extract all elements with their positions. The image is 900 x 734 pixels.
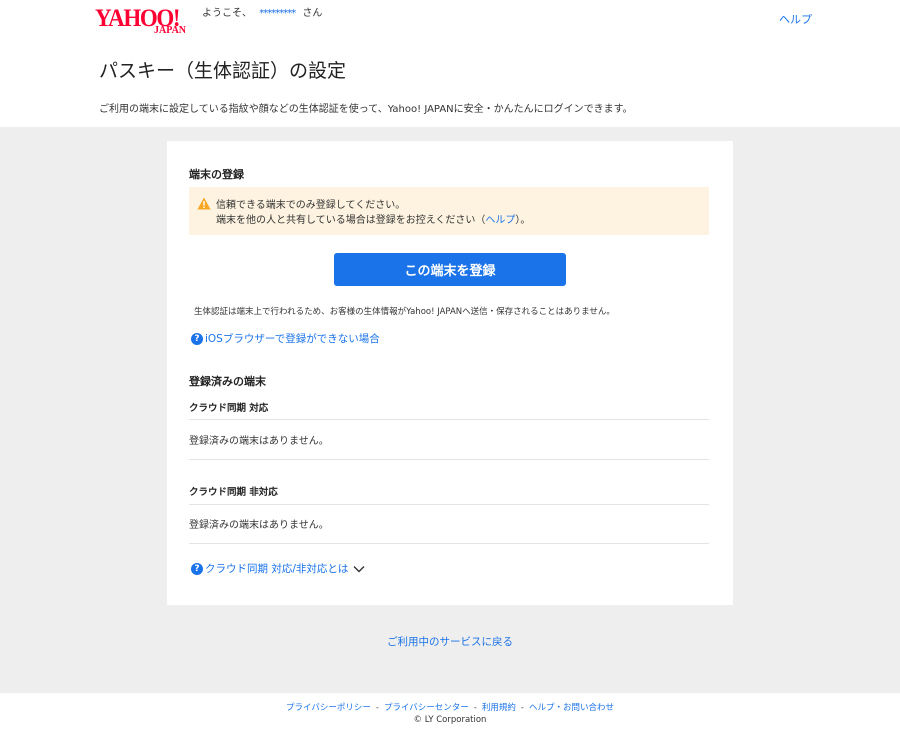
warning-box: 信頼できる端末でのみ登録してください。 端末を他の人と共有している場合は登録をお… [189,187,709,235]
warning-text: 信頼できる端末でのみ登録してください。 端末を他の人と共有している場合は登録をお… [216,198,530,228]
warning-line-2-prefix: 端末を他の人と共有している場合は登録をお控えください（ [216,215,486,226]
chevron-down-icon [353,565,365,572]
logo-sub: JAPAN [154,25,187,36]
divider [189,459,709,460]
registered-heading: 登録済みの端末 [189,375,266,388]
passkey-card: 端末の登録 信頼できる端末でのみ登録してください。 端末を他の人と共有している場… [167,141,733,605]
cloud-sync-about-label: クラウド同期 対応/非対応とは [205,563,349,575]
footer-separator: - [473,703,477,713]
nosync-empty-message: 登録済みの端末はありません。 [189,520,329,531]
warning-icon [197,197,211,210]
footer-separator: - [375,703,379,713]
warning-line-2-suffix: ）。 [515,215,531,226]
welcome-prefix: ようこそ、 [202,8,252,19]
sync-heading: クラウド同期 対応 [189,403,269,414]
footer-link-terms[interactable]: 利用規約 [482,703,516,713]
ios-help-link-label: iOSブラウザーで登録ができない場合 [205,333,380,345]
warning-line-2: 端末を他の人と共有している場合は登録をお控えください（ヘルプ）。 [216,213,530,228]
footer-separator: - [520,703,524,713]
footer-link-help-contact[interactable]: ヘルプ・お問い合わせ [529,703,614,713]
footer-link-privacy-policy[interactable]: プライバシーポリシー [286,703,371,713]
header: YAHOO! JAPAN ようこそ、 ********* さん ヘルプ [0,0,900,38]
ios-help-link[interactable]: ? iOSブラウザーで登録ができない場合 [191,331,380,346]
yahoo-japan-logo[interactable]: YAHOO! JAPAN [95,6,195,36]
register-device-button[interactable]: この端末を登録 [334,253,566,286]
sync-empty-message: 登録済みの端末はありません。 [189,436,329,447]
biometric-note: 生体認証は端末上で行われるため、お客様の生体情報がYahoo! JAPANへ送信… [194,307,615,317]
footer-links: プライバシーポリシー - プライバシーセンター - 利用規約 - ヘルプ・お問い合わせ [0,701,900,713]
divider [189,419,709,420]
help-link[interactable]: ヘルプ [779,11,812,27]
footer-link-privacy-center[interactable]: プライバシーセンター [384,703,469,713]
back-to-service-link[interactable]: ご利用中のサービスに戻る [0,634,900,649]
cloud-sync-about-link[interactable]: ? クラウド同期 対応/非対応とは [191,561,365,576]
divider [189,504,709,505]
nosync-heading: クラウド同期 非対応 [189,487,278,498]
page-description: ご利用の端末に設定している指紋や顔などの生体認証を使って、Yahoo! JAPA… [99,104,633,115]
page-title: パスキー（生体認証）の設定 [99,60,347,82]
warning-line-1: 信頼できる端末でのみ登録してください。 [216,200,406,211]
register-heading: 端末の登録 [189,168,244,181]
divider [189,543,709,544]
username: ********* [259,8,296,19]
welcome-suffix: さん [302,8,323,19]
copyright: © LY Corporation [413,715,487,725]
warning-help-link[interactable]: ヘルプ [485,215,515,226]
question-circle-icon: ? [191,562,203,575]
footer: プライバシーポリシー - プライバシーセンター - 利用規約 - ヘルプ・お問い合わせ © … [0,693,900,734]
question-circle-icon: ? [191,332,203,345]
welcome-message: ようこそ、 ********* さん [202,8,322,20]
